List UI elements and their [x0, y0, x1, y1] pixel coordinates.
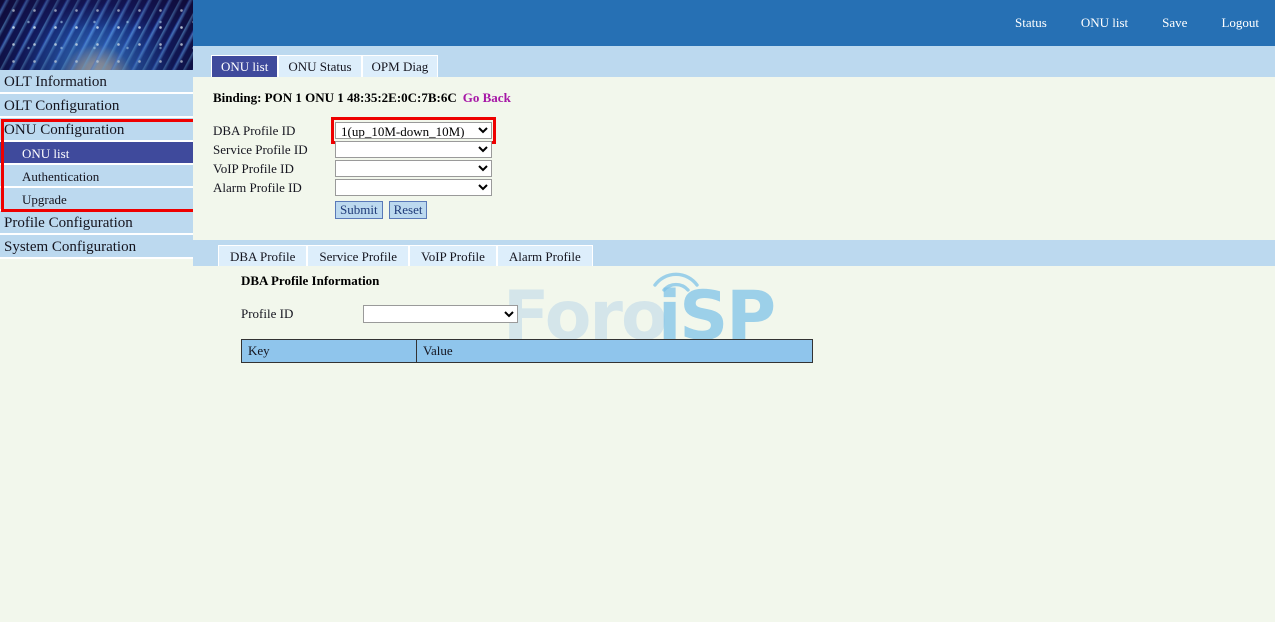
key-value-table: Key Value: [241, 339, 813, 363]
subtab-voip-profile[interactable]: VoIP Profile: [409, 245, 497, 266]
header-link-onu-list[interactable]: ONU list: [1081, 15, 1128, 31]
sidebar-item-onu-list[interactable]: ONU list: [0, 142, 193, 165]
submit-button[interactable]: Submit: [335, 201, 383, 219]
table-col-value: Value: [417, 340, 813, 363]
sidebar-item-olt-configuration[interactable]: OLT Configuration: [0, 94, 193, 118]
sidebar-item-onu-configuration[interactable]: ONU Configuration: [0, 118, 193, 142]
tab-onu-list[interactable]: ONU list: [211, 55, 278, 77]
binding-text: Binding: PON 1 ONU 1 48:35:2E:0C:7B:6C: [213, 90, 457, 105]
wifi-signal-icon: [651, 263, 701, 297]
subtab-dba-profile[interactable]: DBA Profile: [218, 245, 307, 266]
select-wrapper: 1(up_10M-down_10M): [335, 122, 492, 140]
banner-vignette: [0, 0, 193, 70]
select-wrapper: [335, 179, 492, 197]
select-wrapper: [335, 141, 492, 159]
alarm-profile-id-select[interactable]: [335, 179, 492, 196]
profile-id-row: Profile ID: [241, 305, 518, 323]
profile-id-label: Profile ID: [241, 306, 363, 322]
profile-id-select[interactable]: [363, 305, 518, 323]
tab-onu-status[interactable]: ONU Status: [278, 55, 361, 77]
reset-button[interactable]: Reset: [389, 201, 428, 219]
page-root: OLT InformationOLT ConfigurationONU Conf…: [0, 0, 1275, 622]
header-link-status[interactable]: Status: [1015, 15, 1047, 31]
alarm-profile-id-label: Alarm Profile ID: [213, 180, 335, 196]
form-buttons: Submit Reset: [335, 201, 492, 219]
voip-profile-id-select[interactable]: [335, 160, 492, 177]
primary-tabs: ONU listONU StatusOPM Diag: [211, 55, 438, 77]
table-col-key: Key: [242, 340, 417, 363]
sidebar-menu: OLT InformationOLT ConfigurationONU Conf…: [0, 70, 193, 259]
sidebar: OLT InformationOLT ConfigurationONU Conf…: [0, 0, 193, 622]
header-nav: Status ONU list Save Logout: [1015, 0, 1275, 46]
service-profile-id-label: Service Profile ID: [213, 142, 335, 158]
go-back-link[interactable]: Go Back: [463, 90, 511, 105]
dba-profile-id-select[interactable]: 1(up_10M-down_10M): [335, 122, 492, 139]
tab-opm-diag[interactable]: OPM Diag: [362, 55, 439, 77]
subtab-service-profile[interactable]: Service Profile: [307, 245, 409, 266]
header-link-save[interactable]: Save: [1162, 15, 1187, 31]
voip-profile-id-label: VoIP Profile ID: [213, 161, 335, 177]
form-row: Service Profile ID: [213, 140, 492, 159]
main-content: Foro iSP Binding: PON 1 ONU 1 48:35:2E:0…: [193, 77, 1275, 622]
secondary-tabs: DBA ProfileService ProfileVoIP ProfileAl…: [218, 245, 593, 266]
form-row: DBA Profile ID1(up_10M-down_10M): [213, 121, 492, 140]
table-header-row: Key Value: [242, 340, 813, 363]
dba-profile-id-label: DBA Profile ID: [213, 123, 335, 139]
sidebar-item-olt-information[interactable]: OLT Information: [0, 70, 193, 94]
service-profile-id-select[interactable]: [335, 141, 492, 158]
panel-title: DBA Profile Information: [241, 273, 379, 289]
form-row: Alarm Profile ID: [213, 178, 492, 197]
sidebar-item-authentication[interactable]: Authentication: [0, 165, 193, 188]
binding-info: Binding: PON 1 ONU 1 48:35:2E:0C:7B:6C Go…: [213, 90, 511, 106]
subtab-alarm-profile[interactable]: Alarm Profile: [497, 245, 593, 266]
profile-binding-form: DBA Profile ID1(up_10M-down_10M)Service …: [213, 121, 492, 219]
sidebar-item-upgrade[interactable]: Upgrade: [0, 188, 193, 211]
header-link-logout[interactable]: Logout: [1221, 15, 1259, 31]
primary-tab-bar: ONU listONU StatusOPM Diag: [193, 46, 1275, 77]
top-header-bar: Status ONU list Save Logout: [193, 0, 1275, 46]
sidebar-item-system-configuration[interactable]: System Configuration: [0, 235, 193, 259]
sidebar-item-profile-configuration[interactable]: Profile Configuration: [0, 211, 193, 235]
globe-banner-image: [0, 0, 193, 70]
secondary-tab-bar: DBA ProfileService ProfileVoIP ProfileAl…: [193, 240, 1275, 266]
select-wrapper: [335, 160, 492, 178]
form-row: VoIP Profile ID: [213, 159, 492, 178]
